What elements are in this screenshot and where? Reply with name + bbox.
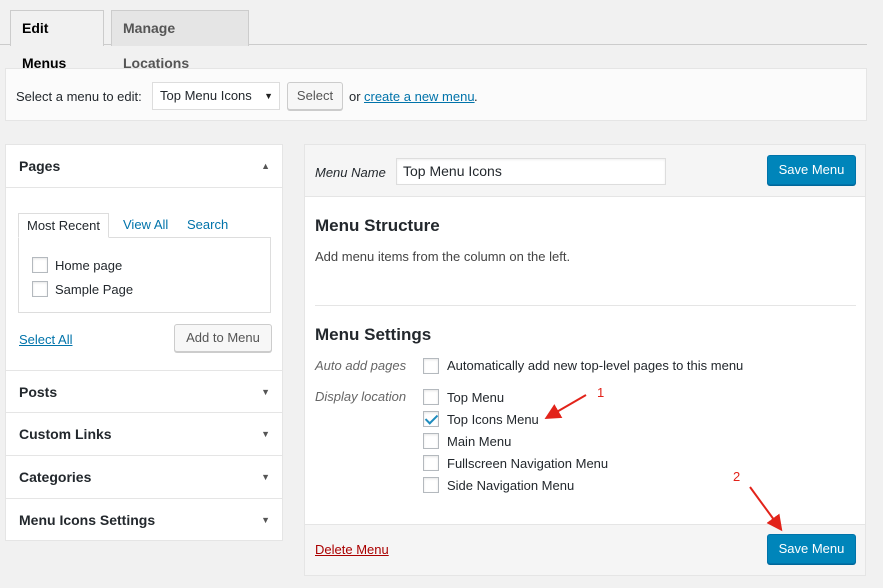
location-label-main-menu: Main Menu <box>447 434 512 449</box>
or-text: or <box>349 89 361 104</box>
caret-down-icon: ▼ <box>261 472 270 482</box>
accordion-categories[interactable]: Categories ▼ <box>6 456 282 499</box>
accordion-custom-links[interactable]: Custom Links ▼ <box>6 413 282 456</box>
annotation-number-1: 1 <box>597 385 605 400</box>
select-menu-label: Select a menu to edit: <box>16 89 142 104</box>
menu-name-label: Menu Name <box>315 165 386 180</box>
tab-manage-locations[interactable]: Manage Locations <box>111 10 249 71</box>
location-label-side-navigation-menu: Side Navigation Menu <box>447 478 575 493</box>
checkbox-side-navigation-menu[interactable] <box>423 477 439 493</box>
checkbox-top-menu[interactable] <box>423 389 439 405</box>
annotation-number-2: 2 <box>733 469 741 484</box>
create-new-menu-link[interactable]: create a new menu <box>364 89 475 104</box>
menu-items-accordion: Pages ▲ Most Recent View All Search Home… <box>5 144 283 541</box>
caret-down-icon: ▼ <box>261 429 270 439</box>
location-label-fullscreen-navigation-menu: Fullscreen Navigation Menu <box>447 456 609 471</box>
accordion-categories-label: Categories <box>19 469 92 485</box>
accordion-pages-header[interactable]: Pages ▲ <box>6 145 282 188</box>
add-to-menu-button[interactable]: Add to Menu <box>174 324 272 352</box>
checkbox-home-page[interactable] <box>32 257 48 273</box>
save-menu-button-bottom[interactable]: Save Menu <box>767 534 856 564</box>
auto-add-pages-label: Auto add pages <box>315 358 407 373</box>
pages-title: Pages <box>19 158 61 174</box>
location-label-top-menu: Top Menu <box>447 390 505 405</box>
caret-down-icon: ▼ <box>261 515 270 525</box>
checkbox-auto-add-pages[interactable] <box>423 358 439 374</box>
menu-settings-title: Menu Settings <box>315 325 432 344</box>
page-label-sample: Sample Page <box>55 282 134 297</box>
menu-structure-description: Add menu items from the column on the le… <box>315 249 571 264</box>
auto-add-pages-text: Automatically add new top-level pages to… <box>447 358 744 373</box>
tab-search[interactable]: Search <box>179 213 236 238</box>
menu-name-input[interactable]: Top Menu Icons <box>396 158 666 185</box>
select-all-link[interactable]: Select All <box>19 332 72 347</box>
menu-structure-title: Menu Structure <box>315 216 440 235</box>
nav-tab-wrapper: Edit Menus Manage Locations <box>0 0 867 71</box>
menu-select-value: Top Menu Icons <box>160 88 252 103</box>
accordion-custom-links-label: Custom Links <box>19 426 112 442</box>
pages-tabs: Most Recent View All Search <box>18 213 271 238</box>
accordion-menu-icons-settings[interactable]: Menu Icons Settings ▼ <box>6 499 282 542</box>
save-menu-button-top[interactable]: Save Menu <box>767 155 856 185</box>
accordion-posts-label: Posts <box>19 384 58 400</box>
display-location-label: Display location <box>315 389 407 404</box>
menu-edit-panel: Menu Name Top Menu Icons Save Menu Menu … <box>304 144 866 576</box>
menu-select-dropdown[interactable]: Top Menu Icons ▼ <box>152 82 280 110</box>
checkbox-fullscreen-navigation-menu[interactable] <box>423 455 439 471</box>
tab-edit-menus[interactable]: Edit Menus <box>10 10 104 71</box>
page-label-home: Home page <box>55 258 123 273</box>
pages-list: Home page Sample Page <box>18 237 271 313</box>
delete-menu-link[interactable]: Delete Menu <box>315 542 389 557</box>
checkbox-main-menu[interactable] <box>423 433 439 449</box>
manage-menus-bar: Select a menu to edit: Top Menu Icons ▼ … <box>5 68 867 121</box>
tab-most-recent[interactable]: Most Recent <box>18 213 109 238</box>
tab-view-all[interactable]: View All <box>115 213 176 238</box>
checkbox-sample-page[interactable] <box>32 281 48 297</box>
trailing-period: . <box>474 89 478 104</box>
checkbox-top-icons-menu[interactable] <box>423 411 439 427</box>
caret-up-icon: ▲ <box>261 161 270 171</box>
accordion-menu-icons-settings-label: Menu Icons Settings <box>19 512 156 528</box>
accordion-posts[interactable]: Posts ▼ <box>6 370 282 413</box>
divider <box>315 305 856 306</box>
caret-down-icon: ▼ <box>261 387 270 397</box>
select-button[interactable]: Select <box>287 82 343 110</box>
menu-header: Menu Name Top Menu Icons Save Menu <box>305 145 865 197</box>
location-label-top-icons-menu: Top Icons Menu <box>447 412 539 427</box>
caret-down-icon: ▼ <box>264 91 273 101</box>
